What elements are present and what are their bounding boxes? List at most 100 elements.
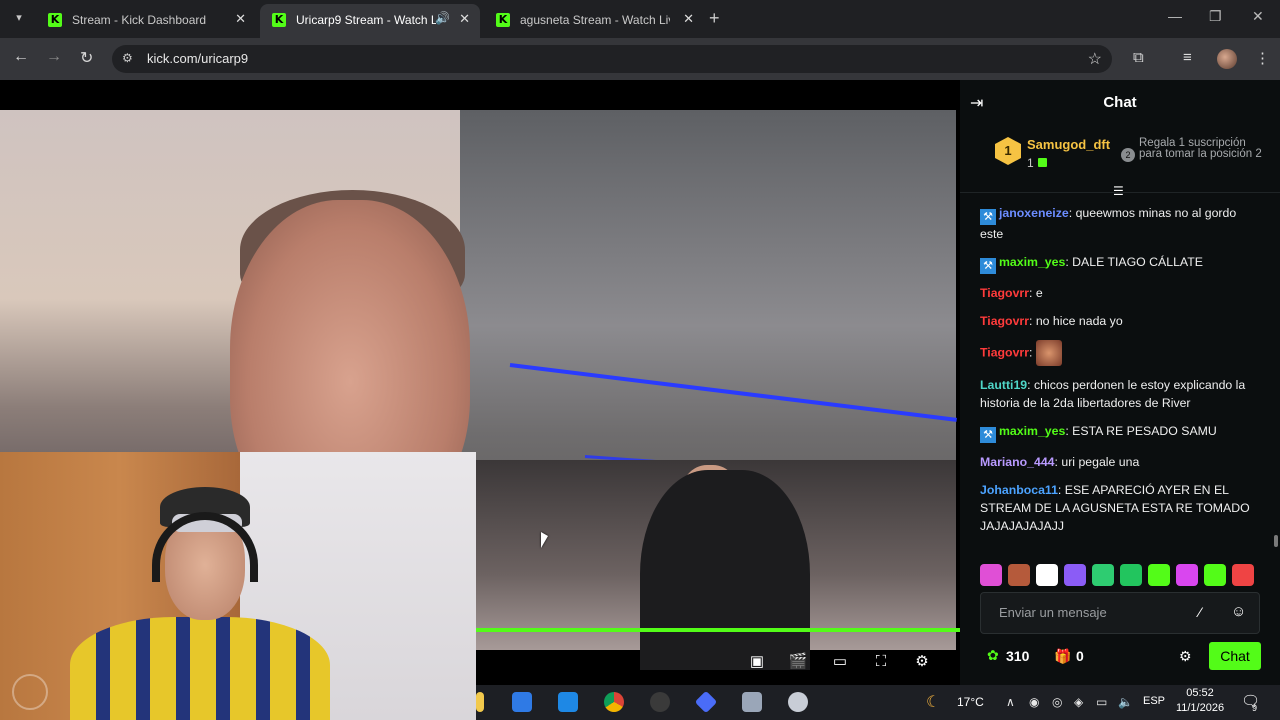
emote-icon[interactable] xyxy=(1092,564,1114,586)
screen: ▾ K Stream - Kick Dashboard ✕ K Uricarp9… xyxy=(0,0,1280,720)
tab-kick-dashboard[interactable]: K Stream - Kick Dashboard ✕ xyxy=(36,4,256,38)
clip-icon[interactable]: 🎬 xyxy=(788,652,808,672)
video-progress-bar[interactable] xyxy=(476,628,960,632)
address-bar[interactable]: ⚙ kick.com/uricarp9 ☆ xyxy=(112,45,1112,73)
restore-icon[interactable]: ❐ xyxy=(1209,8,1222,25)
chat-username[interactable]: Johanboca11 xyxy=(980,483,1058,497)
network-icon[interactable]: ▭ xyxy=(1096,695,1107,709)
channel-points-icon[interactable]: ✿ xyxy=(987,647,1003,663)
tab-agusneta-stream[interactable]: K agusneta Stream - Watch Live on Kick ✕ xyxy=(484,4,704,38)
chat-message-text: ESTA RE PESADO SAMU xyxy=(1072,424,1217,438)
chat-username[interactable]: maxim_yes xyxy=(999,424,1065,438)
audio-playing-icon[interactable]: 🔊 xyxy=(435,11,450,25)
chat-username[interactable]: Lautti19 xyxy=(980,378,1027,392)
notifications-icon[interactable]: 🗨 xyxy=(1241,692,1260,710)
video-settings-icon[interactable]: ⚙ xyxy=(912,652,932,672)
tab-title: agusneta Stream - Watch Live on Kick xyxy=(520,13,670,27)
gifter-rank-badge: 1 xyxy=(995,137,1021,165)
emoji-picker-icon[interactable]: ☺ xyxy=(1231,603,1246,620)
chat-emote-icon xyxy=(1035,340,1062,366)
menu-kebab-icon[interactable]: ⋮ xyxy=(1255,49,1270,67)
chat-scrollbar[interactable] xyxy=(1274,535,1278,547)
tab-uricarp9-stream[interactable]: K Uricarp9 Stream - Watch Live 🔊 ✕ xyxy=(260,4,480,38)
chat-username[interactable]: Tiagovrr xyxy=(980,314,1029,328)
theater-mode-icon[interactable]: ▭ xyxy=(830,652,850,672)
reload-icon[interactable]: ↻ xyxy=(80,48,93,68)
video-progress-fill xyxy=(476,628,960,632)
chat-message-input[interactable]: Enviar un mensaje ⁄ ☺ xyxy=(980,592,1260,634)
mouse-cursor-icon xyxy=(541,532,548,548)
chat-separator: : xyxy=(1028,345,1036,360)
forward-icon[interactable]: → xyxy=(46,48,62,66)
tray-record-icon[interactable]: ◉ xyxy=(1029,695,1039,709)
chat-username[interactable]: Tiagovrr xyxy=(980,345,1029,359)
chat-username[interactable]: Tiagovrr xyxy=(980,286,1029,300)
chat-message-text: e xyxy=(1035,286,1043,300)
file-explorer-icon[interactable] xyxy=(476,692,484,712)
fullscreen-icon[interactable]: ⛶ xyxy=(871,652,891,672)
tray-app-icon[interactable]: ◈ xyxy=(1074,695,1083,709)
volume-icon[interactable]: 🔈 xyxy=(1118,695,1133,709)
chat-separator: : xyxy=(1068,206,1076,220)
app-icon[interactable] xyxy=(788,692,808,712)
notification-count: 9 xyxy=(1252,703,1258,713)
webcam-overlay xyxy=(0,452,476,720)
chat-username[interactable]: Mariano_444 xyxy=(980,455,1055,469)
emote-icon[interactable] xyxy=(1064,564,1086,586)
chat-message: Tiagovrr: e xyxy=(980,284,1262,302)
emote-icon[interactable] xyxy=(1036,564,1058,586)
microsoft-store-icon[interactable] xyxy=(512,692,532,712)
commands-icon[interactable]: ⁄ xyxy=(1199,604,1201,620)
chat-username[interactable]: janoxeneize xyxy=(999,206,1069,220)
profile-avatar[interactable] xyxy=(1217,49,1237,69)
emote-icon[interactable] xyxy=(980,564,1002,586)
tab-search-icon[interactable]: ▾ xyxy=(8,7,30,29)
emote-icon[interactable] xyxy=(1204,564,1226,586)
chat-send-button[interactable]: Chat xyxy=(1209,642,1261,670)
chrome-icon[interactable] xyxy=(604,692,624,712)
miniplayer-icon[interactable]: ▣ xyxy=(747,652,767,672)
emote-icon[interactable] xyxy=(1008,564,1030,586)
chat-panel: ⇥ Chat 1 Samugod_dft 1 2 Regala 1 suscri… xyxy=(960,80,1280,685)
tray-chevron-icon[interactable]: ∧ xyxy=(1006,695,1015,709)
chat-username[interactable]: maxim_yes xyxy=(999,255,1065,269)
chat-message: ⚒ janoxeneize: queewmos minas no al gordo… xyxy=(980,204,1262,243)
extensions-icon[interactable]: ⧉ xyxy=(1133,49,1144,66)
next-rank-icon: 2 xyxy=(1121,148,1135,162)
webcam-shirt xyxy=(70,617,330,720)
browser-tabstrip: ▾ K Stream - Kick Dashboard ✕ K Uricarp9… xyxy=(0,0,1280,38)
clock[interactable]: 05:52 11/1/2026 xyxy=(1170,686,1230,716)
back-icon[interactable]: ← xyxy=(13,48,29,66)
close-window-icon[interactable]: ✕ xyxy=(1252,8,1264,25)
tray-app-icon[interactable]: ◎ xyxy=(1052,695,1062,709)
video-person2 xyxy=(640,470,810,670)
kick-favicon-icon: K xyxy=(272,13,286,27)
chat-filter-icon[interactable]: ☰ xyxy=(1113,184,1124,198)
weather-temp[interactable]: 17°C xyxy=(957,695,984,709)
emote-icon[interactable] xyxy=(1120,564,1142,586)
gifter-username[interactable]: Samugod_dft xyxy=(1027,137,1110,152)
media-controls-icon[interactable]: ≡ xyxy=(1183,49,1192,66)
bookmark-star-icon[interactable]: ☆ xyxy=(1088,49,1102,69)
close-tab-icon[interactable]: ✕ xyxy=(235,11,246,27)
chat-message: ⚒ maxim_yes: ESTA RE PESADO SAMU xyxy=(980,422,1262,443)
minimize-icon[interactable]: — xyxy=(1168,8,1182,24)
emote-icon[interactable] xyxy=(1148,564,1170,586)
close-tab-icon[interactable]: ✕ xyxy=(683,11,694,27)
close-tab-icon[interactable]: ✕ xyxy=(459,11,470,27)
app-icon[interactable] xyxy=(742,692,762,712)
weather-moon-icon[interactable]: ☾ xyxy=(926,692,946,712)
gift-cta-text[interactable]: Regala 1 suscripción para tomar la posic… xyxy=(1139,137,1269,160)
site-info-icon[interactable]: ⚙ xyxy=(122,51,133,65)
chat-settings-icon[interactable]: ⚙ xyxy=(1179,648,1192,665)
outlook-icon[interactable] xyxy=(558,692,578,712)
gift-icon[interactable]: 🎁 xyxy=(1054,648,1071,665)
app-icon[interactable] xyxy=(694,690,718,714)
obs-icon[interactable] xyxy=(650,692,670,712)
emote-bar xyxy=(980,564,1280,588)
emote-icon[interactable] xyxy=(1176,564,1198,586)
chat-message: ⚒ maxim_yes: DALE TIAGO CÁLLATE xyxy=(980,253,1262,274)
new-tab-icon[interactable]: + xyxy=(709,8,720,29)
emote-icon[interactable] xyxy=(1232,564,1254,586)
language-indicator[interactable]: ESP xyxy=(1143,695,1165,707)
